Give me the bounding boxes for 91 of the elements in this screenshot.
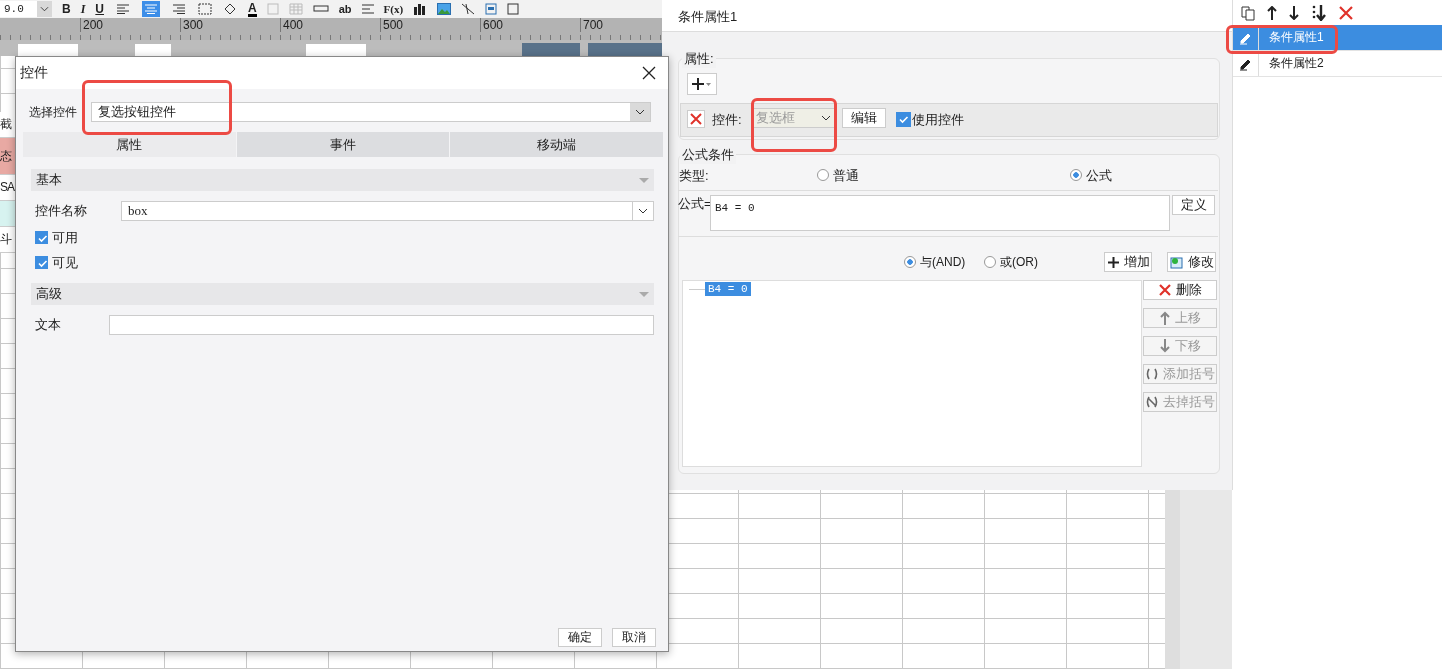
checkbox-label: 可见 [52, 253, 78, 272]
table-cell [0, 201, 15, 227]
format-button[interactable]: I [80, 1, 86, 17]
group-legend: 属性: [682, 50, 716, 68]
table-cell: 态 [0, 138, 15, 175]
delete-icon[interactable] [1339, 6, 1353, 20]
list-item[interactable]: 条件属性2 [1233, 51, 1442, 77]
control-name-field[interactable]: box [121, 201, 654, 221]
ruler-label: 700 [580, 18, 604, 32]
dialog-button[interactable]: 取消 [612, 628, 656, 647]
radio-label: 普通 [833, 167, 859, 185]
parameter-field[interactable] [18, 44, 78, 56]
control-label: 控件: [712, 111, 742, 129]
align-icon [117, 4, 129, 14]
plus-icon [691, 77, 713, 91]
up-arrow-icon [1159, 311, 1171, 325]
list-icon[interactable] [361, 4, 374, 14]
tab[interactable]: 移动端 [450, 132, 664, 157]
format-button[interactable]: B [62, 1, 71, 17]
ruler-label: 400 [280, 18, 304, 32]
align-button[interactable] [114, 1, 132, 17]
formula-field[interactable]: B4 = 0 [710, 195, 1170, 231]
side-button[interactable]: 删除 [1143, 280, 1217, 300]
square-icon[interactable] [507, 3, 522, 15]
parameter-field[interactable] [306, 44, 366, 56]
table-cell: 斗 [0, 227, 15, 253]
fill-color-icon[interactable] [222, 3, 238, 15]
table-cell: 截 [0, 112, 15, 138]
add-dropdown-button[interactable] [687, 73, 717, 95]
caret-icon [37, 1, 52, 17]
frame-icon[interactable] [485, 3, 498, 15]
delete-icon[interactable] [687, 110, 705, 128]
caret-icon [635, 109, 645, 115]
add-button[interactable]: 增加 [1104, 252, 1152, 272]
field-label: 文本 [35, 316, 62, 334]
move-down-icon[interactable] [1289, 6, 1299, 20]
radio-label: 与(AND) [920, 254, 966, 271]
section-header[interactable]: 基本 [31, 169, 654, 191]
align-button[interactable] [170, 1, 188, 17]
move-up-icon[interactable] [1267, 6, 1277, 20]
checkbox[interactable] [35, 231, 48, 244]
define-button[interactable]: 定义 [1172, 195, 1215, 215]
radio-label: 公式 [1086, 167, 1112, 185]
align-icon [173, 4, 185, 14]
formula-button[interactable]: F(x) [383, 1, 404, 17]
radio-label: 或(OR) [1000, 254, 1038, 271]
ruler-label: 300 [180, 18, 204, 32]
text-button[interactable]: ab [338, 1, 352, 17]
bar-chart-icon[interactable] [413, 3, 428, 15]
select-label: 选择控件 [29, 103, 77, 121]
control-type-select[interactable]: 复选按钮控件 [91, 102, 651, 122]
ruler-label: 600 [480, 18, 504, 32]
tab[interactable]: 事件 [236, 132, 451, 157]
field-label: 控件名称 [35, 202, 88, 220]
type-label: 类型: [679, 167, 709, 185]
table-cell: SA [0, 175, 15, 201]
scrollbar[interactable] [1165, 490, 1180, 669]
parameter-field[interactable] [135, 44, 171, 56]
slash-icon[interactable] [461, 3, 476, 15]
move-bottom-icon[interactable] [1311, 5, 1327, 21]
plus-icon [1106, 255, 1120, 269]
border-icon[interactable] [198, 3, 212, 15]
font-size-field[interactable]: 9.0 [0, 1, 52, 17]
crossed-parentheses-icon [1145, 396, 1159, 408]
text-field[interactable] [109, 315, 654, 335]
image-icon[interactable] [437, 3, 452, 15]
checkbox-label: 使用控件 [912, 111, 964, 129]
ruler-label: 200 [80, 18, 104, 32]
dialog-button[interactable]: 确定 [558, 628, 602, 647]
checkbox[interactable] [35, 256, 48, 269]
ruler-label: 500 [380, 18, 404, 32]
section-header[interactable]: 高级 [31, 283, 654, 305]
caret-icon [638, 208, 648, 214]
close-icon[interactable] [642, 66, 656, 80]
checkbox[interactable] [896, 112, 911, 127]
panel-title: 条件属性1 [662, 0, 1232, 32]
parentheses-icon [1145, 368, 1159, 380]
caret-icon [821, 115, 831, 121]
cell-icon[interactable] [266, 3, 279, 15]
edit-icon [1169, 255, 1184, 269]
textbox-icon[interactable] [312, 5, 329, 13]
copy-icon[interactable] [1241, 5, 1255, 21]
dialog-title: 控件 [20, 64, 48, 82]
modify-button[interactable]: 修改 [1167, 252, 1216, 272]
align-icon [145, 4, 157, 14]
format-button[interactable]: U [95, 1, 104, 17]
down-arrow-icon [1159, 339, 1171, 353]
group-legend: 公式条件 [680, 146, 736, 164]
edit-button[interactable]: 编辑 [842, 108, 886, 128]
checkbox-label: 可用 [52, 228, 78, 247]
delete-icon [1158, 283, 1172, 297]
